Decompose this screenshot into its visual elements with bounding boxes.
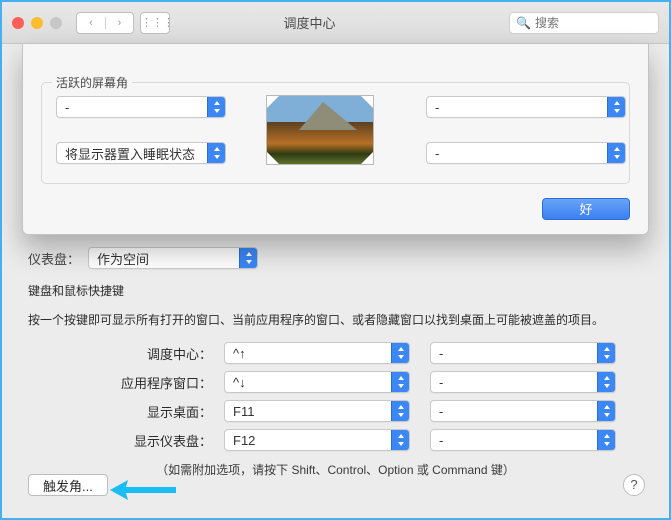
shortcut-key-select[interactable]: F11 — [224, 400, 410, 422]
hot-corners-button[interactable]: 触发角... — [28, 474, 108, 496]
minimize-window-button[interactable] — [31, 17, 43, 29]
shortcut-label: 显示仪表盘： — [28, 431, 218, 450]
shortcut-row: 显示桌面： F11 - — [28, 400, 643, 422]
chevron-left-icon[interactable]: ‹ — [77, 17, 105, 29]
shortcut-row: 调度中心： ^↑ - — [28, 342, 643, 364]
close-window-button[interactable] — [12, 17, 24, 29]
shortcut-label: 调度中心： — [28, 344, 218, 363]
shortcut-mouse-select[interactable]: - — [430, 429, 616, 451]
shortcuts-footnote: （如需附加选项，请按下 Shift、Control、Option 或 Comma… — [28, 461, 643, 478]
shortcut-label: 显示桌面： — [28, 402, 218, 421]
window-title: 调度中心 — [176, 13, 503, 32]
dashboard-row: 仪表盘： 作为空间 — [28, 247, 258, 269]
window-controls — [12, 17, 62, 29]
search-input[interactable] — [535, 16, 652, 30]
chevron-right-icon[interactable]: › — [105, 17, 133, 29]
help-button[interactable]: ? — [623, 474, 645, 496]
dashboard-select[interactable]: 作为空间 — [88, 247, 258, 269]
hot-corners-sheet: 活跃的屏幕角 - - 将显示器置入睡眠状态 - 好 — [22, 44, 649, 235]
corner-bottom-right-select[interactable]: - — [426, 142, 626, 164]
shortcuts-section: 键盘和鼠标快捷键 按一个按键即可显示所有打开的窗口、当前应用程序的窗口、或者隐藏… — [28, 282, 643, 478]
nav-back-forward[interactable]: ‹ › — [76, 12, 134, 34]
dashboard-label: 仪表盘： — [28, 249, 80, 268]
corner-bottom-left-select[interactable]: 将显示器置入睡眠状态 — [56, 142, 226, 164]
shortcut-mouse-select[interactable]: - — [430, 371, 616, 393]
corner-top-left-select[interactable]: - — [56, 96, 226, 118]
shortcut-row: 应用程序窗口： ^↓ - — [28, 371, 643, 393]
shortcut-label: 应用程序窗口： — [28, 373, 218, 392]
annotation-arrow-2 — [110, 480, 176, 503]
search-field[interactable]: 🔍 — [509, 12, 659, 34]
ok-button[interactable]: 好 — [542, 198, 630, 220]
shortcuts-desc: 按一个按键即可显示所有打开的窗口、当前应用程序的窗口、或者隐藏窗口以找到桌面上可… — [28, 311, 643, 328]
hot-corners-thumbnail — [266, 95, 374, 165]
shortcut-row: 显示仪表盘： F12 - — [28, 429, 643, 451]
shortcut-mouse-select[interactable]: - — [430, 400, 616, 422]
group-title: 活跃的屏幕角 — [52, 74, 132, 91]
shortcut-key-select[interactable]: F12 — [224, 429, 410, 451]
corner-indicator-bl — [267, 152, 279, 164]
corner-indicator-tl — [267, 96, 279, 108]
shortcuts-title: 键盘和鼠标快捷键 — [28, 282, 643, 299]
search-icon: 🔍 — [516, 16, 531, 30]
show-all-button[interactable]: ⋮⋮⋮ — [140, 12, 170, 34]
grid-icon: ⋮⋮⋮ — [141, 16, 169, 29]
corner-indicator-tr — [361, 96, 373, 108]
titlebar: ‹ › ⋮⋮⋮ 调度中心 🔍 — [2, 2, 669, 44]
shortcut-mouse-select[interactable]: - — [430, 342, 616, 364]
shortcut-key-select[interactable]: ^↑ — [224, 342, 410, 364]
corner-top-right-select[interactable]: - — [426, 96, 626, 118]
corner-indicator-br — [361, 152, 373, 164]
zoom-window-button — [50, 17, 62, 29]
hot-corners-group: 活跃的屏幕角 - - 将显示器置入睡眠状态 - — [41, 82, 630, 184]
shortcut-key-select[interactable]: ^↓ — [224, 371, 410, 393]
